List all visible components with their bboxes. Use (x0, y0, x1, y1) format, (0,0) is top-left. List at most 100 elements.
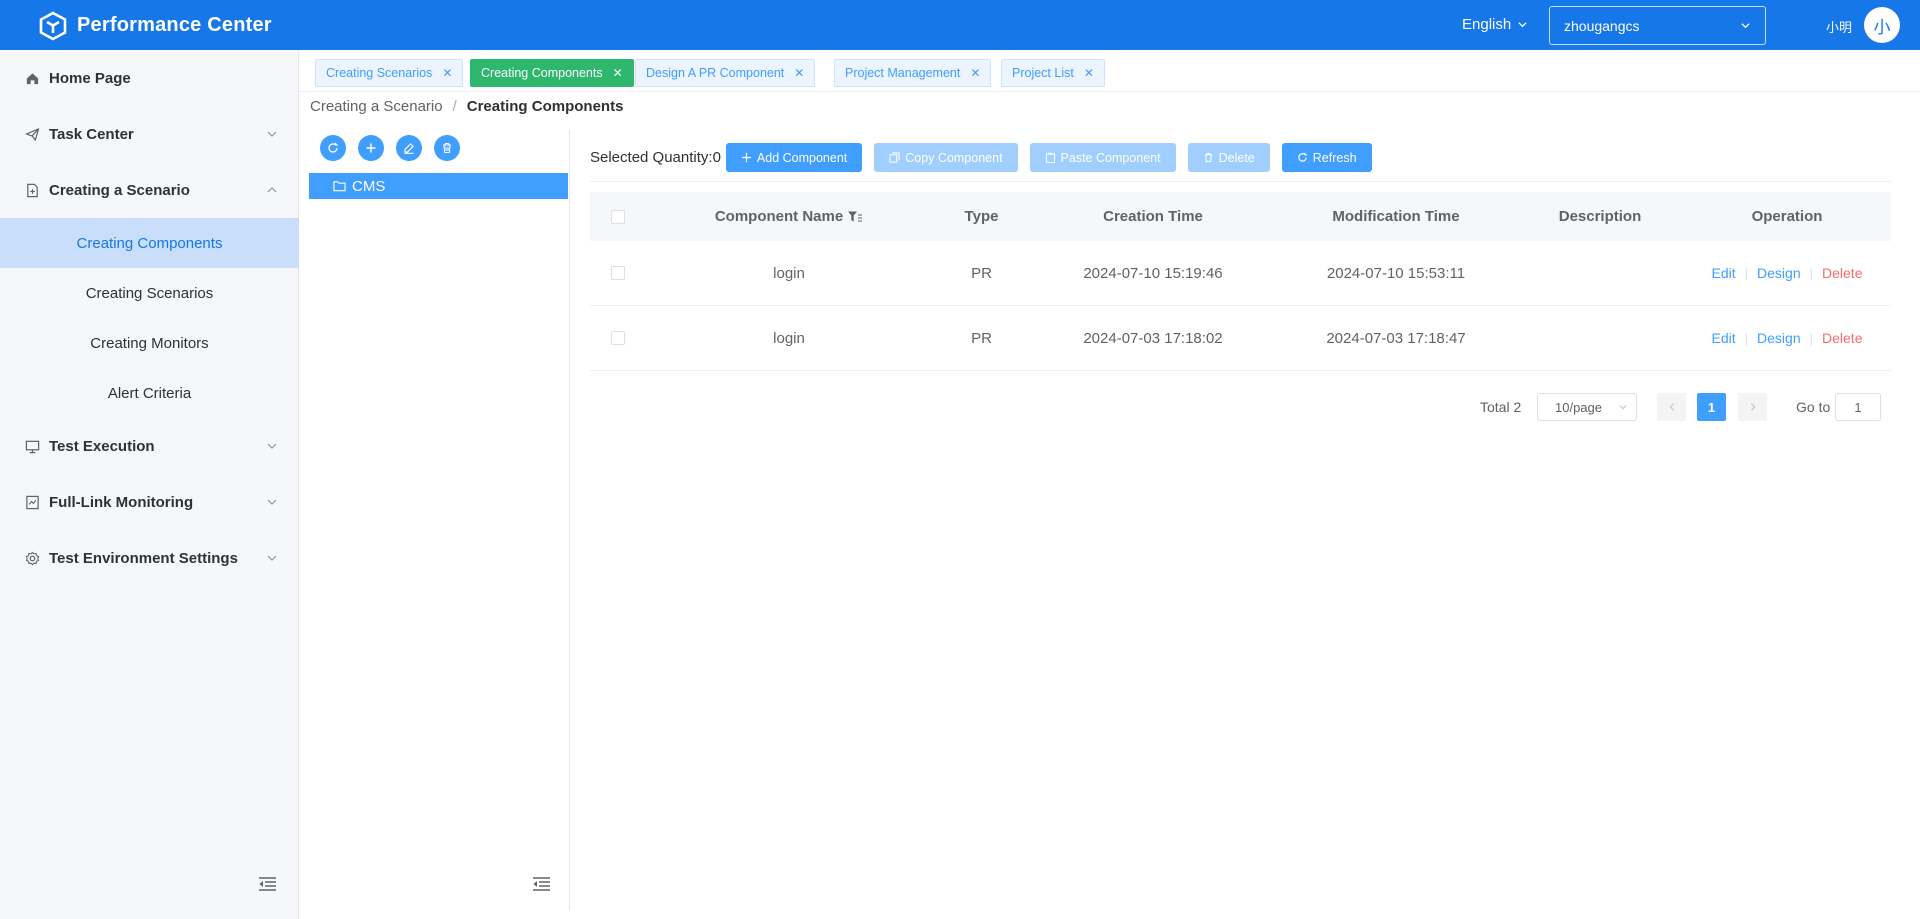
copy-icon (889, 152, 900, 163)
sidebar-item-label: Home Page (49, 69, 131, 87)
logo-icon (39, 11, 67, 41)
tab-creating-components[interactable]: Creating Components ✕ (470, 59, 634, 87)
breadcrumb-current: Creating Components (466, 98, 624, 115)
paste-icon (1045, 152, 1055, 163)
plus-icon (741, 152, 752, 163)
type-cell: PR (971, 264, 992, 282)
sidebar-item-full-link-monitoring[interactable]: Full-Link Monitoring (0, 477, 299, 527)
edit-link[interactable]: Edit (1712, 265, 1736, 281)
sidebar-item-home-page[interactable]: Home Page (0, 53, 299, 103)
column-header-modification-time: Modification Time (1332, 208, 1460, 225)
chevron-up-icon (267, 187, 277, 193)
prev-page-button[interactable] (1657, 393, 1686, 421)
row-checkbox[interactable] (611, 266, 625, 280)
trash-icon (443, 142, 451, 154)
refresh-icon (328, 142, 338, 153)
column-header-creation-time: Creation Time (1103, 208, 1203, 225)
tab-project-management[interactable]: Project Management ✕ (834, 59, 992, 87)
delete-link[interactable]: Delete (1822, 330, 1862, 346)
sidebar-subitem-creating-monitors[interactable]: Creating Monitors (0, 318, 299, 368)
chevron-down-icon (267, 443, 277, 449)
component-name-cell: login (773, 329, 805, 347)
close-icon[interactable]: ✕ (1084, 66, 1094, 80)
sidebar-collapse-icon[interactable] (258, 876, 277, 892)
chevron-down-icon (267, 555, 277, 561)
tree-delete-button[interactable] (434, 135, 460, 161)
column-header-type: Type (964, 208, 999, 225)
column-header-description: Description (1558, 208, 1642, 225)
breadcrumb: Creating a Scenario / Creating Components (310, 98, 623, 115)
tab-label: Creating Components (481, 66, 603, 80)
chevron-right-icon (1750, 403, 1755, 411)
edit-link[interactable]: Edit (1712, 330, 1736, 346)
sidebar-subitem-alert-criteria[interactable]: Alert Criteria (0, 368, 299, 418)
copy-component-button[interactable]: Copy Component (874, 143, 1018, 172)
sidebar-item-label: Task Center (49, 125, 134, 143)
design-link[interactable]: Design (1757, 330, 1801, 346)
column-header-label: Component Name (714, 208, 844, 225)
delete-link[interactable]: Delete (1822, 265, 1862, 281)
tab-creating-scenarios[interactable]: Creating Scenarios ✕ (315, 59, 464, 87)
button-label: Delete (1218, 150, 1255, 165)
data-board-icon (24, 494, 40, 510)
button-label: Copy Component (905, 150, 1003, 165)
tab-label: Project Management (845, 66, 961, 80)
divider (590, 181, 1891, 182)
folder-icon (333, 181, 346, 192)
row-checkbox[interactable] (611, 331, 625, 345)
language-dropdown[interactable]: English (1462, 16, 1528, 33)
avatar[interactable]: 小 (1864, 7, 1900, 43)
sidebar-item-label: Test Environment Settings (49, 549, 238, 567)
monitor-icon (24, 438, 40, 454)
filter-icon[interactable] (847, 210, 863, 224)
sidebar-item-task-center[interactable]: Task Center (0, 109, 299, 159)
select-all-cell (590, 209, 646, 224)
tab-design-a-pr-component[interactable]: Design A PR Component ✕ (635, 59, 816, 87)
design-link[interactable]: Design (1757, 265, 1801, 281)
selected-quantity-value: 0 (712, 149, 721, 166)
goto-page-input[interactable] (1835, 393, 1881, 421)
sidebar-item-test-execution[interactable]: Test Execution (0, 421, 299, 471)
chevron-down-icon (267, 499, 277, 505)
op-divider: | (1809, 330, 1814, 346)
top-header: Performance Center English zhougangcs 小明… (0, 0, 1920, 50)
refresh-icon (1298, 152, 1307, 162)
select-all-checkbox[interactable] (611, 209, 625, 224)
sidebar: Home Page Task Center Creating a Scenari… (0, 50, 299, 919)
close-icon[interactable]: ✕ (613, 66, 623, 80)
modification-time-cell: 2024-07-03 17:18:47 (1326, 329, 1466, 347)
add-component-button[interactable]: Add Component (725, 143, 863, 172)
close-icon[interactable]: ✕ (794, 66, 804, 80)
tree-edit-button[interactable] (396, 135, 422, 161)
sidebar-subitem-creating-scenarios[interactable]: Creating Scenarios (0, 268, 299, 318)
close-icon[interactable]: ✕ (970, 66, 980, 80)
project-select[interactable]: zhougangcs (1549, 6, 1766, 45)
page-size-select[interactable]: 10/page (1537, 393, 1637, 421)
tree-panel: CMS (299, 130, 570, 910)
refresh-button[interactable]: Refresh (1281, 143, 1372, 172)
tab-label: Design A PR Component (646, 66, 785, 80)
paste-component-button[interactable]: Paste Component (1029, 143, 1176, 172)
chevron-down-icon (1518, 22, 1527, 28)
page-number-current[interactable]: 1 (1697, 393, 1726, 421)
modification-time-cell: 2024-07-10 15:53:11 (1326, 264, 1466, 282)
close-icon[interactable]: ✕ (442, 66, 452, 80)
sidebar-subitem-creating-components[interactable]: Creating Components (0, 218, 299, 268)
delete-button[interactable]: Delete (1187, 143, 1270, 172)
next-page-button[interactable] (1738, 393, 1767, 421)
breadcrumb-separator: / (452, 98, 457, 115)
breadcrumb-parent[interactable]: Creating a Scenario (310, 98, 443, 115)
tab-project-list[interactable]: Project List ✕ (1001, 59, 1105, 87)
tree-refresh-button[interactable] (320, 135, 346, 161)
table-row: login PR 2024-07-10 15:19:46 2024-07-10 … (590, 241, 1891, 306)
pagination-total: Total 2 (1480, 399, 1522, 415)
chevron-left-icon (1669, 403, 1674, 411)
tree-add-button[interactable] (358, 135, 384, 161)
sidebar-item-test-environment-settings[interactable]: Test Environment Settings (0, 533, 299, 583)
table-row: login PR 2024-07-03 17:18:02 2024-07-03 … (590, 306, 1891, 371)
tree-node-root[interactable]: CMS (309, 173, 568, 199)
sidebar-item-creating-a-scenario[interactable]: Creating a Scenario (0, 165, 299, 215)
tree-collapse-icon[interactable] (532, 876, 551, 892)
chevron-down-icon (1619, 404, 1627, 410)
tab-label: Project List (1012, 66, 1074, 80)
